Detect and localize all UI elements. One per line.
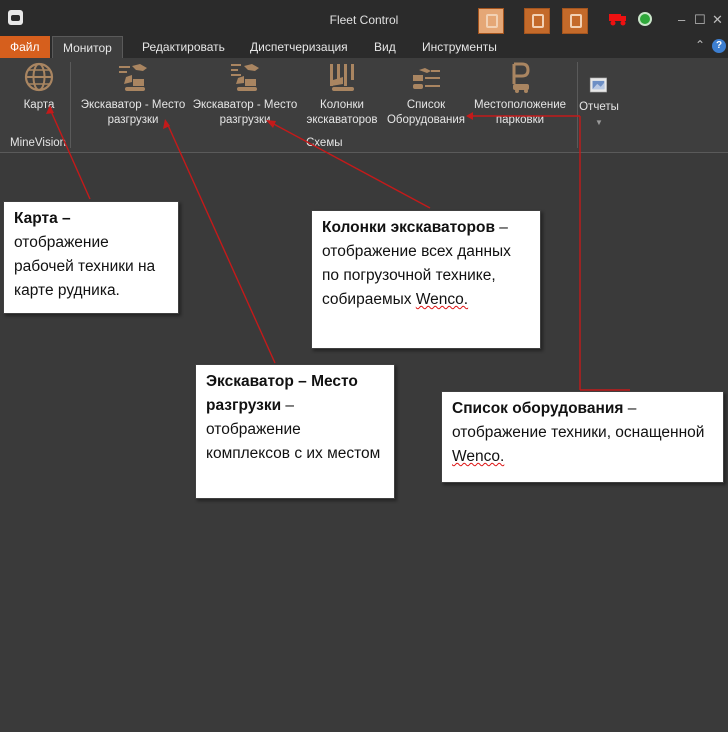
callout-columns: Колонки экскаваторов – отображение всех …	[311, 210, 541, 349]
callout-excavator: Экскаватор – Место разгрузки – отображен…	[195, 364, 395, 499]
ribbon-separator	[577, 62, 578, 148]
ribbon: Карта Экскаватор - Место разгрузки Экска…	[0, 58, 728, 153]
excavator-columns-label-a: Колонки	[320, 99, 364, 111]
collapse-ribbon-icon[interactable]: ⌃	[695, 38, 705, 52]
callout-map: Карта – отображение рабочей техники на к…	[3, 201, 179, 314]
equipment-list-label-b: Оборудования	[386, 114, 466, 126]
truck-icon[interactable]	[608, 10, 628, 26]
tab-view[interactable]: Вид	[364, 36, 406, 58]
excavator-dump-button-1[interactable]: Экскаватор - Место разгрузки	[78, 62, 188, 128]
callout-equipment: Список оборудования – отображение техник…	[441, 391, 724, 483]
title-bar: Fleet Control – ☐ ✕	[0, 0, 728, 36]
excavator-dump-icon	[231, 64, 259, 91]
reports-dropdown-icon[interactable]: ▼	[579, 115, 619, 130]
excavator-dump-label-1a: Экскаватор - Место	[80, 99, 186, 111]
clipboard-icon[interactable]	[524, 8, 550, 34]
tab-dispatch[interactable]: Диспетчеризация	[240, 36, 358, 58]
parking-label-b: парковки	[495, 114, 545, 126]
callout-excavator-title: Экскаватор – Место разгрузки	[206, 373, 358, 414]
callout-map-text: отображение рабочей техники на карте руд…	[14, 234, 156, 299]
maximize-icon[interactable]: ☐	[694, 12, 706, 28]
callout-equipment-text: отображение техники, оснащенной	[452, 424, 705, 441]
reports-button[interactable]: Отчеты ▼	[579, 62, 619, 130]
minimize-icon[interactable]: –	[678, 12, 685, 27]
parking-location-button[interactable]: Местоположение парковки	[470, 62, 570, 128]
callout-equipment-brand: Wenco.	[452, 448, 505, 465]
excavator-columns-icon	[330, 64, 354, 91]
excavator-columns-label-b: экскаваторов	[306, 114, 378, 126]
callout-columns-brand: Wenco.	[415, 291, 469, 308]
callout-columns-title: Колонки экскаваторов	[322, 219, 495, 236]
route-icon[interactable]	[478, 8, 504, 34]
tab-edit[interactable]: Редактировать	[132, 36, 235, 58]
help-icon[interactable]: ?	[712, 39, 726, 53]
map-button-label: Карта	[23, 99, 55, 111]
equipment-list-button[interactable]: Список Оборудования	[384, 62, 468, 128]
equipment-list-label-a: Список	[406, 99, 446, 111]
equipment-list-icon	[413, 68, 440, 89]
excavator-dump-label-2b: разгрузки	[219, 114, 271, 126]
document-icon[interactable]	[562, 8, 588, 34]
parking-icon	[512, 62, 530, 93]
excavator-dump-label-1b: разгрузки	[107, 114, 159, 126]
reports-label: Отчеты	[579, 101, 619, 113]
ribbon-separator	[70, 62, 71, 148]
parking-label-a: Местоположение	[473, 99, 567, 111]
map-button[interactable]: Карта	[16, 62, 62, 113]
excavator-dump-button-2[interactable]: Экскаватор - Место разгрузки	[189, 62, 301, 128]
group-label-schemes: Схемы	[306, 137, 343, 149]
group-label-minevision: MineVision	[10, 137, 67, 149]
callout-map-title: Карта –	[14, 210, 71, 227]
close-icon[interactable]: ✕	[712, 12, 723, 28]
tab-tools[interactable]: Инструменты	[412, 36, 507, 58]
reports-icon	[589, 77, 607, 93]
tab-monitor[interactable]: Монитор	[52, 36, 123, 58]
globe-icon	[24, 62, 54, 92]
menu-bar: Файл Монитор Редактировать Диспетчеризац…	[0, 36, 728, 58]
callout-excavator-text: отображение комплексов с их местом	[206, 421, 381, 462]
excavator-dump-label-2a: Экскаватор - Место	[192, 99, 298, 111]
network-status-icon[interactable]	[638, 12, 652, 26]
excavator-dump-icon	[119, 64, 147, 91]
excavator-columns-button[interactable]: Колонки экскаваторов	[304, 62, 380, 128]
tab-file[interactable]: Файл	[0, 36, 50, 58]
callout-equipment-title: Список оборудования	[452, 400, 624, 417]
